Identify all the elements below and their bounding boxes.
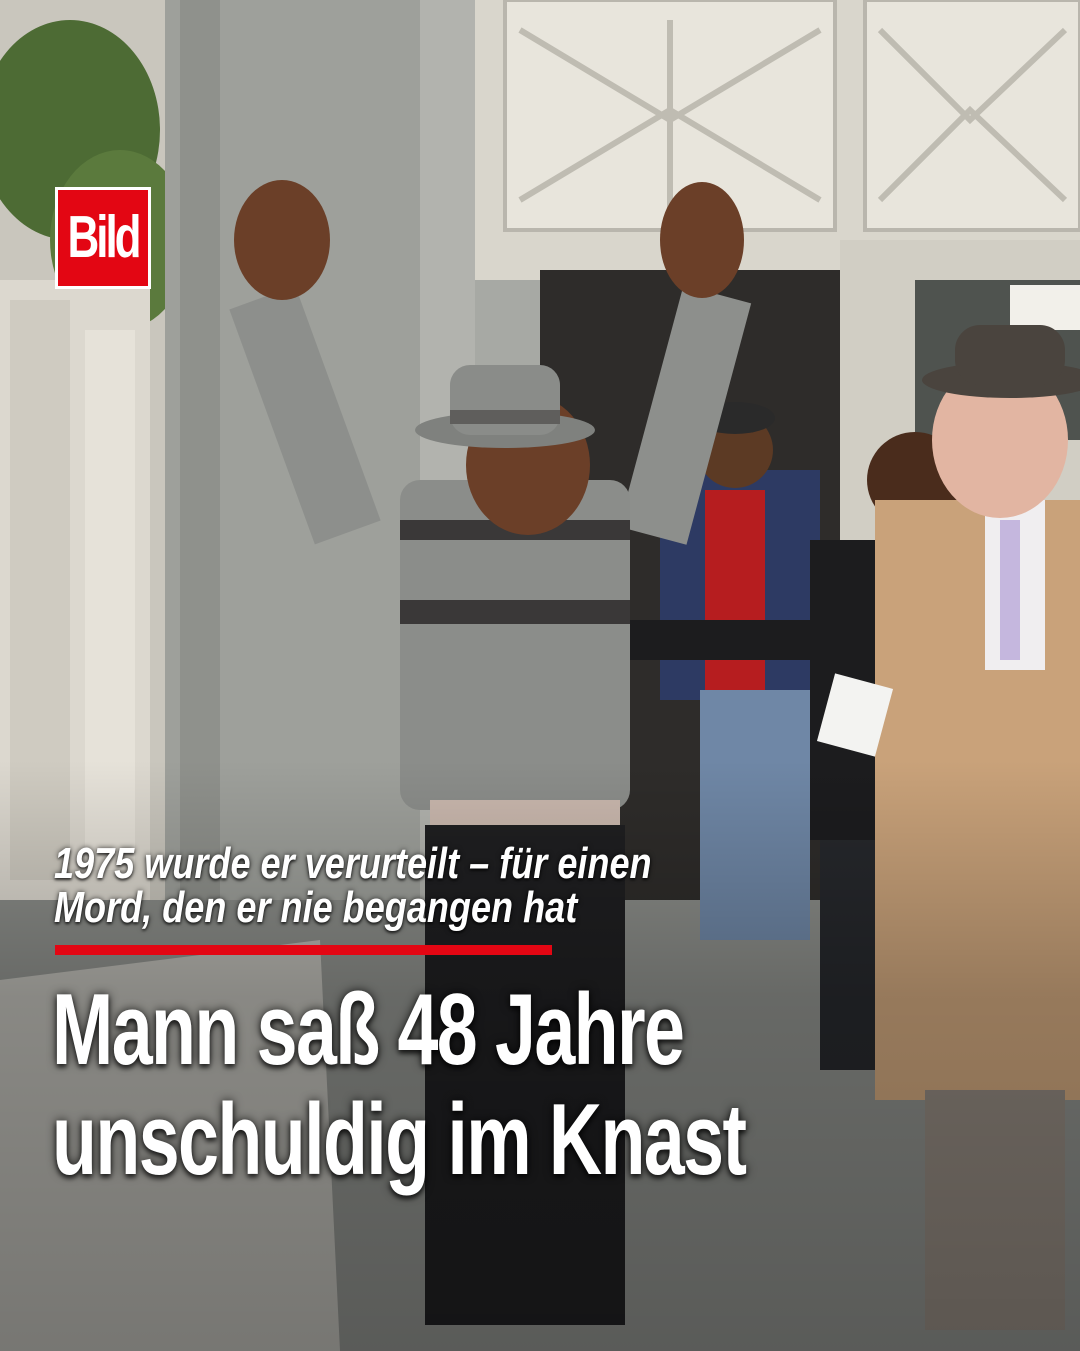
headline: Mann saß 48 Jahre unschuldig im Knast (52, 975, 852, 1195)
bild-logo: Bild (55, 187, 151, 289)
headline-line-1: Mann saß 48 Jahre (52, 973, 685, 1087)
kicker-text: 1975 wurde er verurteilt – für einen Mor… (54, 842, 677, 930)
post-image: Bild 1975 wurde er verurteilt – für eine… (0, 0, 1080, 1351)
bild-logo-text: Bild (67, 204, 141, 271)
kicker-line-1: 1975 wurde er verurteilt – für einen (54, 839, 652, 888)
kicker-line-2: Mord, den er nie begangen hat (54, 883, 578, 932)
red-divider (55, 945, 552, 955)
headline-line-2: unschuldig im Knast (52, 1083, 747, 1197)
